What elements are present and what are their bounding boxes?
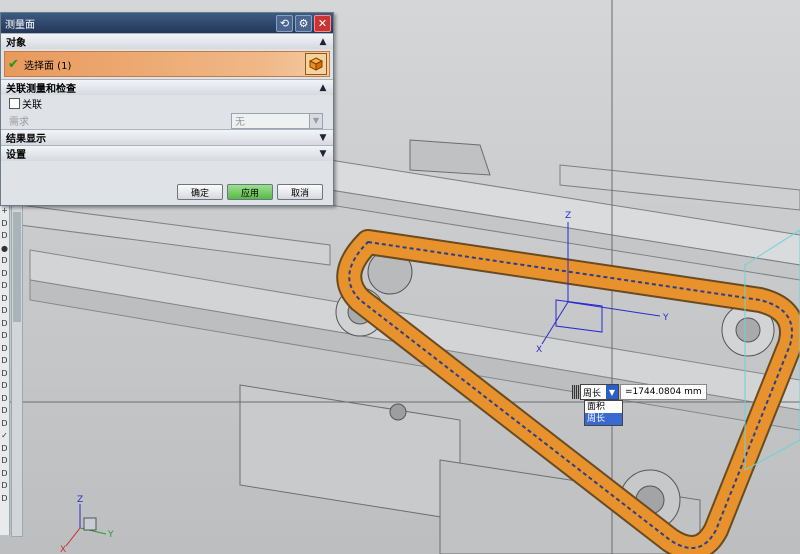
- resource-bar[interactable]: + D D ● DDDD DDDD DDDD D D ✓ D DDDD: [0, 205, 10, 535]
- chevron-down-icon[interactable]: ▼: [316, 132, 330, 144]
- view-triad-icon: [65, 504, 107, 547]
- restore-icon[interactable]: ⟲: [276, 14, 293, 32]
- chevron-up-icon[interactable]: ▲: [316, 82, 330, 94]
- wcs-x-label: X: [536, 345, 542, 355]
- chevron-down-icon[interactable]: ▼: [316, 148, 330, 160]
- section-settings-label: 设置: [6, 150, 26, 161]
- measure-type-value: 周长: [583, 388, 602, 399]
- cube-select-icon[interactable]: [305, 53, 327, 75]
- wcs-y-label: Y: [662, 313, 669, 323]
- section-associative-label: 关联测量和检查: [6, 84, 76, 95]
- view-triad-z-label: Z: [77, 495, 83, 505]
- section-results[interactable]: 结果显示 ▼: [1, 129, 333, 145]
- measure-type-select[interactable]: 周长 ▼: [580, 384, 619, 400]
- chevron-down-icon[interactable]: ▼: [606, 385, 618, 399]
- section-object-label: 对象: [6, 38, 26, 49]
- section-results-label: 结果显示: [6, 134, 46, 145]
- dialog-titlebar[interactable]: 测量面 ⟲ ⚙ ✕: [1, 13, 333, 33]
- drag-handle-icon[interactable]: [572, 385, 580, 399]
- dropdown-option-area[interactable]: 面积: [585, 401, 622, 413]
- dialog-title: 测量面: [5, 19, 35, 31]
- measure-type-dropdown[interactable]: 面积 周长: [584, 400, 623, 426]
- wcs-z-label: Z: [565, 211, 571, 221]
- check-icon: ✔: [8, 56, 19, 72]
- measurement-readout: 周长 ▼ =1744.0804 mm: [572, 384, 707, 400]
- requirement-row: 需求 无 ▼: [1, 112, 333, 129]
- select-face-row[interactable]: ✔ 选择面 (1): [4, 51, 330, 77]
- scrollbar-thumb[interactable]: [13, 212, 21, 322]
- close-icon[interactable]: ✕: [314, 14, 331, 32]
- apply-button[interactable]: 应用: [227, 184, 273, 200]
- associate-row[interactable]: 关联: [1, 95, 333, 112]
- view-triad-y-label: Y: [107, 530, 114, 540]
- view-triad-x-label: X: [60, 545, 66, 554]
- associate-checkbox[interactable]: [9, 98, 20, 109]
- section-object[interactable]: 对象 ▲: [1, 33, 333, 49]
- dialog-buttons: 确定 应用 取消: [177, 184, 323, 200]
- requirement-label: 需求: [9, 117, 29, 128]
- requirement-select: 无 ▼: [231, 112, 323, 129]
- requirement-value: 无: [235, 117, 245, 128]
- section-associative[interactable]: 关联测量和检查 ▲: [1, 79, 333, 95]
- associate-label: 关联: [22, 100, 42, 111]
- measure-value: =1744.0804 mm: [620, 384, 707, 400]
- navigator-scrollbar[interactable]: [11, 205, 23, 537]
- chevron-up-icon[interactable]: ▲: [316, 36, 330, 48]
- select-face-label: 选择面 (1): [24, 60, 72, 72]
- chevron-down-icon: ▼: [309, 113, 322, 128]
- dropdown-option-perimeter[interactable]: 周长: [585, 413, 622, 425]
- measure-face-dialog: 测量面 ⟲ ⚙ ✕ 对象 ▲ ✔ 选择面 (1) 关联测量和检查 ▲ 关联 需求…: [0, 12, 334, 206]
- gear-icon[interactable]: ⚙: [295, 14, 312, 32]
- section-settings[interactable]: 设置 ▼: [1, 145, 333, 161]
- ok-button[interactable]: 确定: [177, 184, 223, 200]
- cancel-button[interactable]: 取消: [277, 184, 323, 200]
